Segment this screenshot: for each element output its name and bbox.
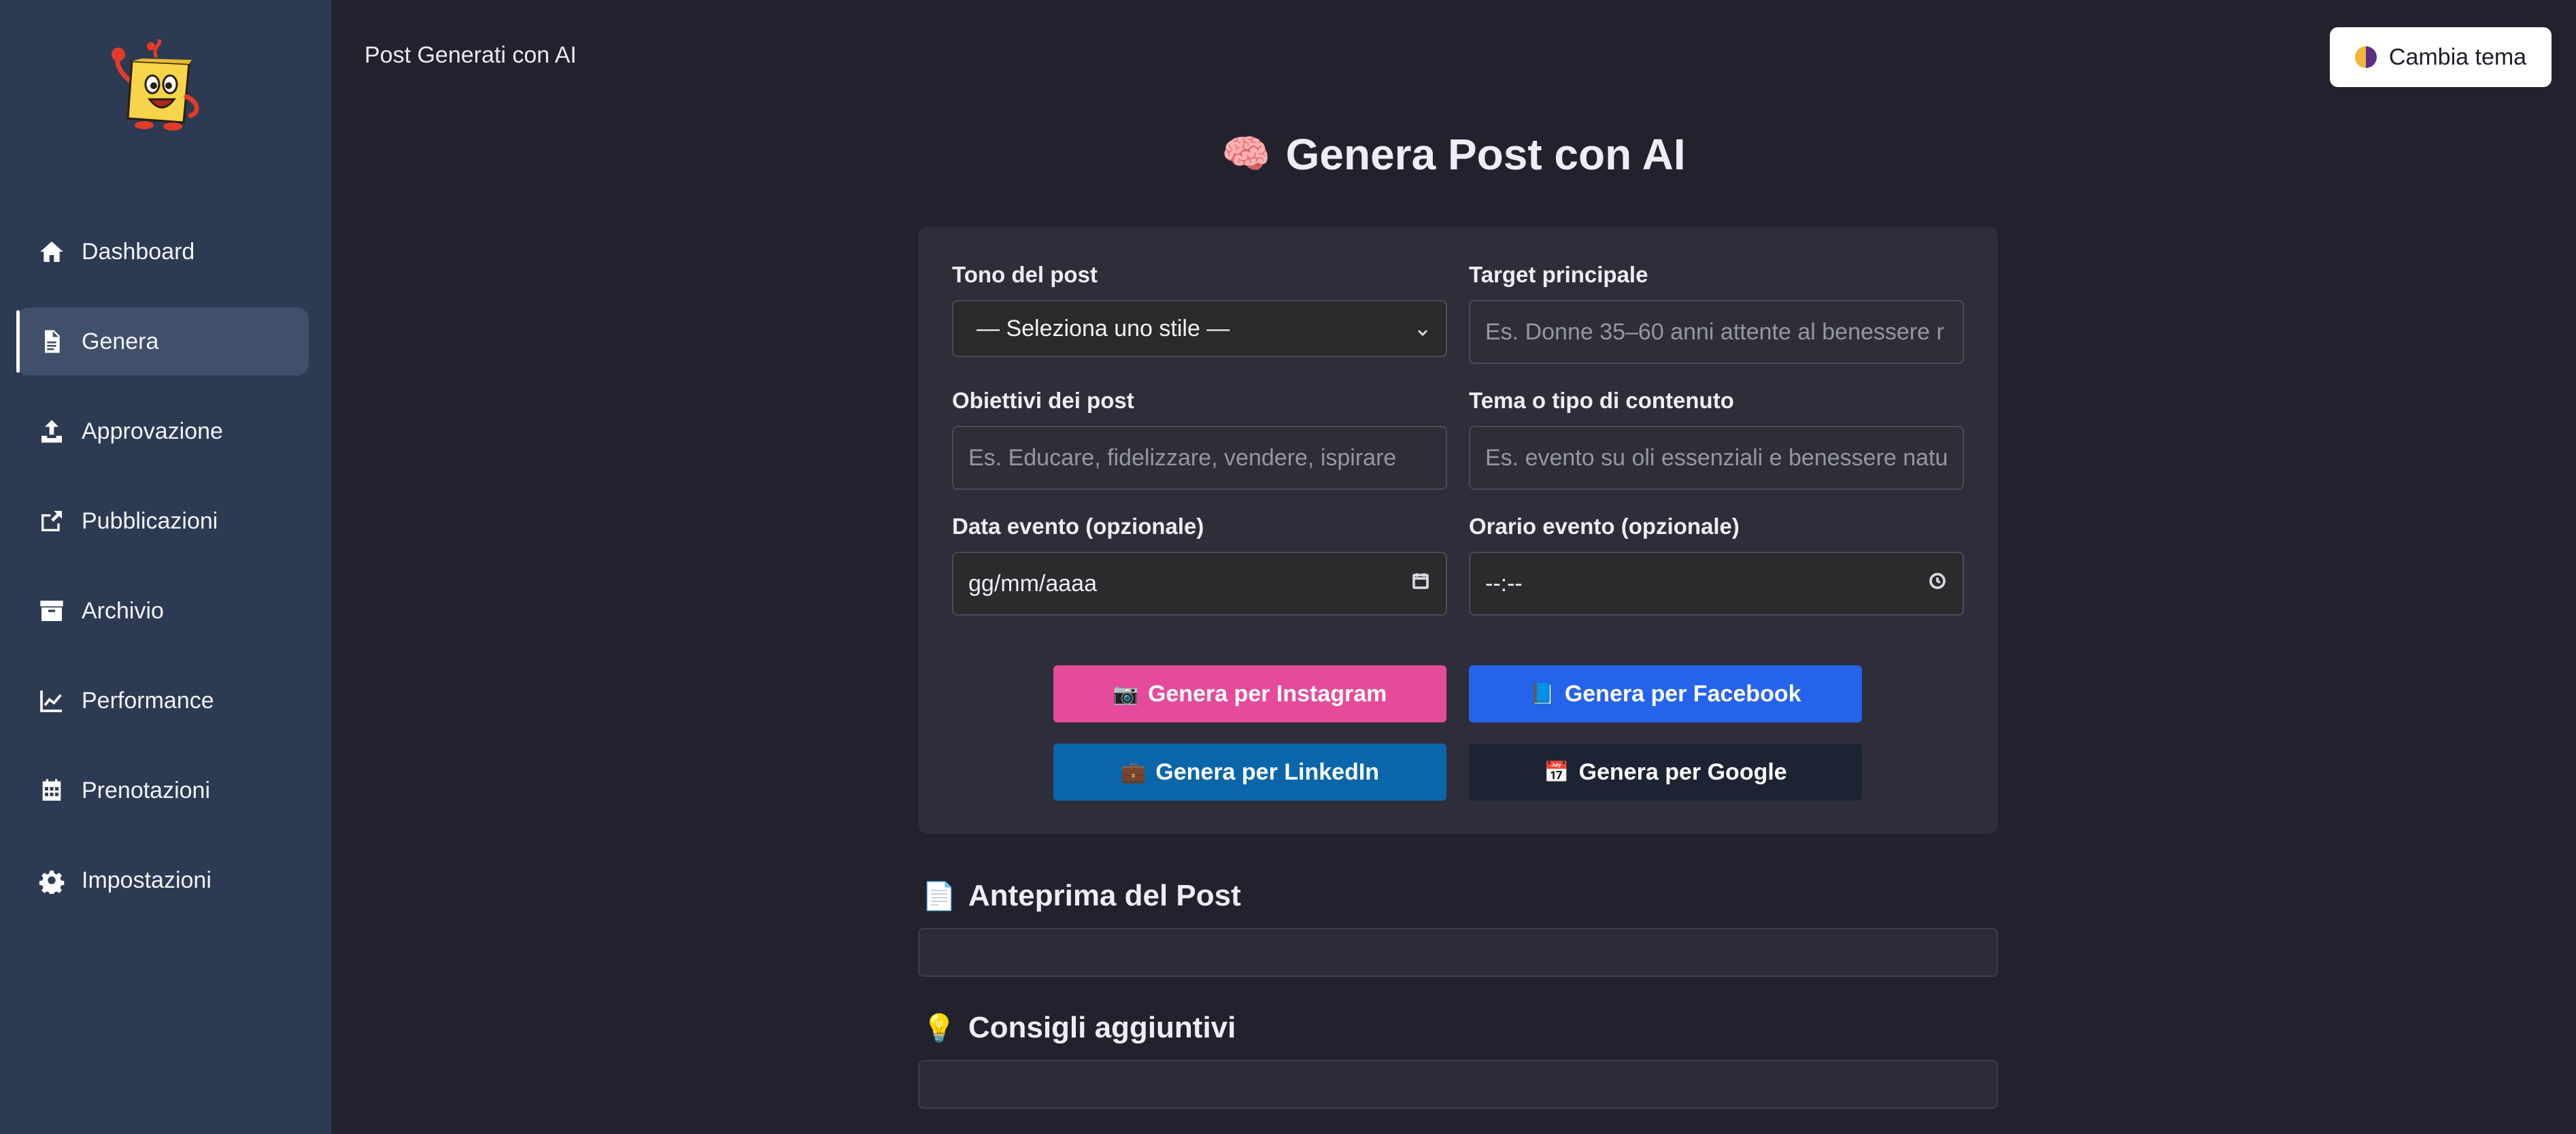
tips-heading-text: Consigli aggiuntivi <box>968 1011 1236 1044</box>
sidebar-item-label: Archivio <box>82 597 164 624</box>
chevron-down-icon <box>1414 320 1431 337</box>
tone-select-value: — Seleziona uno stile — <box>977 315 1230 341</box>
generate-facebook-label: Genera per Facebook <box>1564 680 1801 707</box>
page-icon: 📄 <box>922 881 956 912</box>
theme-toggle-label: Cambia tema <box>2388 44 2527 70</box>
goals-input[interactable]: Es. Educare, fidelizzare, vendere, ispir… <box>952 426 1447 490</box>
page-title-text: Genera Post con AI <box>1285 130 1686 179</box>
sidebar-item-label: Performance <box>82 687 214 714</box>
calendar-icon <box>37 776 67 805</box>
generate-facebook-button[interactable]: 📘 Genera per Facebook <box>1469 665 1862 722</box>
event-time-field: Orario evento (opzionale) --:-- <box>1469 514 1964 616</box>
event-date-value: gg/mm/aaaa <box>968 570 1097 597</box>
event-date-label: Data evento (opzionale) <box>952 514 1204 539</box>
generate-google-label: Genera per Google <box>1578 758 1787 785</box>
gear-icon <box>37 865 67 895</box>
clock-icon[interactable] <box>1927 571 1948 597</box>
sidebar-item-prenotazioni[interactable]: Prenotazioni <box>16 756 309 824</box>
goals-label: Obiettivi dei post <box>952 388 1134 413</box>
breadcrumb: Post Generati con AI <box>365 42 577 68</box>
sidebar-item-dashboard[interactable]: Dashboard <box>16 218 309 286</box>
tone-select[interactable]: — Seleziona uno stile — <box>952 300 1447 357</box>
archive-icon <box>37 596 67 626</box>
tone-label: Tono del post <box>952 262 1098 287</box>
sidebar-item-label: Prenotazioni <box>82 777 211 803</box>
lightbulb-icon: 💡 <box>922 1013 956 1044</box>
event-date-input[interactable]: gg/mm/aaaa <box>952 552 1447 616</box>
preview-heading-text: Anteprima del Post <box>968 879 1241 912</box>
target-label: Target principale <box>1469 262 1648 287</box>
mascot-logo[interactable] <box>103 37 212 135</box>
sidebar-item-performance[interactable]: Performance <box>16 667 309 735</box>
brain-icon: 🧠 <box>1221 132 1271 176</box>
sidebar-item-archivio[interactable]: Archivio <box>16 577 309 645</box>
page-title: 🧠 Genera Post con AI <box>0 129 2576 180</box>
sidebar-item-label: Approvazione <box>82 418 223 444</box>
target-input[interactable]: Es. Donne 35–60 anni attente al benesser… <box>1469 300 1964 364</box>
sidebar-item-label: Genera <box>82 328 159 354</box>
document-icon <box>37 327 67 356</box>
sidebar-item-label: Pubblicazioni <box>82 507 218 534</box>
generate-google-button[interactable]: 📅 Genera per Google <box>1469 744 1862 801</box>
event-time-value: --:-- <box>1485 570 1523 597</box>
tips-heading: 💡 Consigli aggiuntivi <box>922 1011 1236 1045</box>
event-date-field: Data evento (opzionale) gg/mm/aaaa <box>952 514 1447 616</box>
upload-icon <box>37 416 67 446</box>
generate-linkedin-button[interactable]: 💼 Genera per LinkedIn <box>1053 744 1446 801</box>
generate-form-card: Tono del post — Seleziona uno stile — Ta… <box>918 227 1998 834</box>
content-theme-field: Tema o tipo di contenuto Es. evento su o… <box>1469 388 1964 490</box>
briefcase-icon: 💼 <box>1120 761 1147 784</box>
target-field: Target principale Es. Donne 35–60 anni a… <box>1469 262 1964 364</box>
calendar-picker-icon[interactable] <box>1410 571 1431 597</box>
share-icon <box>37 506 67 536</box>
sidebar-nav: Dashboard Genera Approvazione Pubblicazi… <box>16 218 309 936</box>
sidebar-item-genera[interactable]: Genera <box>16 307 309 376</box>
generate-linkedin-label: Genera per LinkedIn <box>1155 758 1380 785</box>
blue-book-icon: 📘 <box>1529 682 1555 705</box>
sidebar-item-pubblicazioni[interactable]: Pubblicazioni <box>16 487 309 555</box>
tips-box <box>918 1060 1998 1109</box>
generate-instagram-button[interactable]: 📷 Genera per Instagram <box>1053 665 1446 722</box>
sidebar-item-label: Impostazioni <box>82 867 211 893</box>
calendar-emoji-icon: 📅 <box>1544 761 1570 784</box>
half-moon-icon <box>2354 46 2377 68</box>
content-theme-label: Tema o tipo di contenuto <box>1469 388 1734 413</box>
event-time-label: Orario evento (opzionale) <box>1469 514 1740 539</box>
chart-line-icon <box>37 686 67 716</box>
theme-toggle-button[interactable]: Cambia tema <box>2330 27 2552 87</box>
sidebar-item-impostazioni[interactable]: Impostazioni <box>16 846 309 914</box>
camera-icon: 📷 <box>1113 682 1138 705</box>
goals-field: Obiettivi dei post Es. Educare, fidelizz… <box>952 388 1447 490</box>
sidebar-item-label: Dashboard <box>82 238 195 265</box>
content-theme-input[interactable]: Es. evento su oli essenziali e benessere… <box>1469 426 1964 490</box>
post-preview-box <box>918 928 1998 977</box>
generate-instagram-label: Genera per Instagram <box>1147 680 1387 707</box>
home-icon <box>37 237 67 267</box>
tone-field: Tono del post — Seleziona uno stile — <box>952 262 1447 357</box>
preview-heading: 📄 Anteprima del Post <box>922 879 1241 913</box>
event-time-input[interactable]: --:-- <box>1469 552 1964 616</box>
sidebar-item-approvazione[interactable]: Approvazione <box>16 397 309 465</box>
